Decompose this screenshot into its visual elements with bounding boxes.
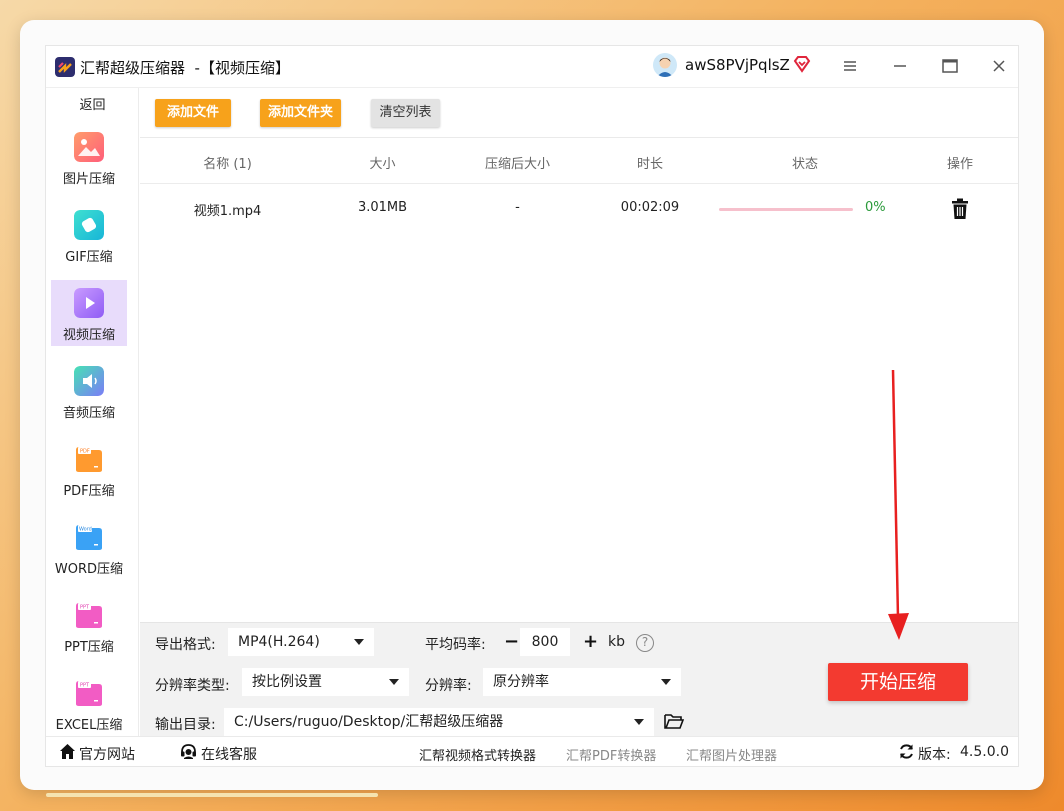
bitrate-unit: kb: [608, 634, 625, 650]
cell-filename: 视频1.mp4: [193, 204, 262, 219]
sidebar-item-label: EXCEL压缩: [55, 718, 123, 733]
cell-duration: 00:02:09: [620, 200, 680, 215]
sidebar-item-label: 图片压缩: [62, 172, 115, 187]
svg-text:PDF: PDF: [80, 449, 90, 455]
resolution-type-select[interactable]: 按比例设置: [242, 668, 409, 696]
sidebar-item-label: 视频压缩: [62, 328, 115, 343]
help-icon[interactable]: ?: [636, 634, 654, 652]
sidebar-item-label: GIF压缩: [65, 250, 113, 265]
svg-text:PPT: PPT: [80, 683, 90, 689]
video-icon: [74, 288, 104, 318]
taskbar-glow: [46, 793, 378, 797]
cell-size: 3.01MB: [357, 200, 408, 215]
sidebar-item-audio[interactable]: 音频压缩: [51, 358, 127, 424]
output-dir-value: C:/Users/ruguo/Desktop/汇帮超级压缩器: [234, 714, 504, 730]
title-bar: 汇帮超级压缩器 -【视频压缩】 awS8PVjPqlsZ: [46, 46, 1018, 88]
resolution-label: 分辨率:: [425, 678, 472, 694]
app-window: 汇帮超级压缩器 -【视频压缩】 awS8PVjPqlsZ 返回 图片压缩 GIF…: [45, 45, 1019, 767]
clear-list-button[interactable]: 清空列表: [371, 99, 440, 127]
username[interactable]: awS8PVjPqlsZ: [685, 56, 790, 74]
add-file-button[interactable]: 添加文件: [155, 99, 231, 127]
column-header-action: 操作: [946, 157, 973, 172]
sidebar-item-label: PDF压缩: [63, 484, 115, 499]
close-icon[interactable]: [989, 56, 1009, 76]
audio-icon: [74, 366, 104, 396]
start-compress-button[interactable]: 开始压缩: [828, 663, 968, 701]
bitrate-label: 平均码率:: [425, 637, 486, 653]
sidebar-item-image[interactable]: 图片压缩: [51, 124, 127, 190]
resolution-value: 原分辨率: [493, 674, 549, 690]
column-header-size[interactable]: 大小: [345, 153, 420, 172]
sidebar: 返回 图片压缩 GIF压缩 视频压缩 音频压缩 PDF PDF压缩 Word W…: [46, 88, 139, 736]
excel-icon: PPT: [76, 681, 102, 706]
sidebar-item-excel[interactable]: PPT EXCEL压缩: [51, 670, 127, 736]
pdf-icon: PDF: [76, 447, 102, 472]
vip-diamond-icon[interactable]: [793, 55, 811, 73]
resolution-type-value: 按比例设置: [252, 674, 322, 690]
resolution-type-label: 分辨率类型:: [155, 678, 230, 694]
app-logo-icon: [55, 57, 75, 77]
maximize-icon[interactable]: [940, 56, 960, 76]
add-folder-button[interactable]: 添加文件夹: [260, 99, 341, 127]
word-icon: Word: [76, 525, 102, 550]
sidebar-item-gif[interactable]: GIF压缩: [51, 202, 127, 268]
format-label: 导出格式:: [155, 637, 216, 653]
sidebar-item-ppt[interactable]: PPT PPT压缩: [51, 592, 127, 658]
sidebar-item-pdf[interactable]: PDF PDF压缩: [51, 436, 127, 502]
svg-text:PPT: PPT: [80, 605, 90, 611]
sidebar-item-word[interactable]: Word WORD压缩: [51, 514, 127, 580]
bitrate-input[interactable]: 800: [520, 628, 570, 656]
svg-text:Word: Word: [79, 527, 92, 533]
sidebar-item-label: PPT压缩: [64, 640, 114, 655]
toolbar: 添加文件 添加文件夹 清空列表: [140, 88, 1018, 138]
video-converter-link[interactable]: 汇帮视频格式转换器: [419, 745, 536, 764]
sidebar-item-video[interactable]: 视频压缩: [51, 280, 127, 346]
column-header-duration[interactable]: 时长: [620, 153, 680, 172]
ppt-icon: PPT: [76, 603, 102, 628]
chevron-down-icon: [634, 719, 644, 725]
minimize-icon[interactable]: [890, 56, 910, 76]
sidebar-item-label: WORD压缩: [54, 562, 124, 577]
chevron-down-icon: [389, 679, 399, 685]
online-support-link[interactable]: 在线客服: [201, 744, 257, 764]
column-header-name[interactable]: 名称 (1): [180, 153, 275, 172]
bitrate-decrease-button[interactable]: −: [504, 632, 519, 652]
red-arrow-annotation: [888, 370, 909, 640]
delete-icon[interactable]: [950, 198, 970, 220]
output-dir-label: 输出目录:: [155, 717, 216, 733]
refresh-icon[interactable]: [898, 743, 915, 760]
user-avatar[interactable]: [653, 53, 677, 77]
resolution-select[interactable]: 原分辨率: [483, 668, 681, 696]
format-select[interactable]: MP4(H.264): [228, 628, 374, 656]
cell-compressed-size: -: [515, 200, 520, 215]
table-row[interactable]: 视频1.mp4 3.01MB - 00:02:09 0%: [140, 184, 1018, 234]
home-icon: [60, 744, 75, 759]
sidebar-item-label: 音频压缩: [62, 406, 115, 421]
chevron-down-icon: [661, 679, 671, 685]
gif-icon: [74, 210, 104, 240]
app-title: 汇帮超级压缩器 -【视频压缩】: [80, 59, 290, 77]
image-icon: [74, 132, 104, 162]
official-website-link[interactable]: 官方网站: [79, 744, 135, 764]
format-value: MP4(H.264): [238, 634, 320, 650]
output-dir-select[interactable]: C:/Users/ruguo/Desktop/汇帮超级压缩器: [224, 708, 654, 736]
chevron-down-icon: [354, 639, 364, 645]
table-header: 名称 (1) 大小 压缩后大小 时长 状态 操作: [140, 138, 1018, 184]
image-processor-link[interactable]: 汇帮图片处理器: [686, 745, 777, 764]
progress-bar: [719, 208, 853, 211]
version-value: 4.5.0.0: [960, 744, 1009, 760]
column-header-compressed-size[interactable]: 压缩后大小: [470, 153, 565, 172]
folder-open-icon[interactable]: [664, 712, 684, 730]
progress-percent: 0%: [865, 200, 886, 215]
bitrate-increase-button[interactable]: +: [583, 632, 598, 652]
footer: 官方网站 在线客服 汇帮视频格式转换器 汇帮PDF转换器 汇帮图片处理器 版本:…: [46, 736, 1018, 766]
version-label: 版本:: [918, 747, 951, 763]
headset-icon: [181, 744, 196, 759]
column-header-status: 状态: [791, 157, 818, 172]
file-table: 名称 (1) 大小 压缩后大小 时长 状态 操作 视频1.mp4 3.01MB …: [140, 138, 1018, 234]
menu-icon[interactable]: [840, 56, 860, 76]
pdf-converter-link[interactable]: 汇帮PDF转换器: [566, 745, 656, 764]
back-button[interactable]: 返回: [46, 94, 139, 113]
